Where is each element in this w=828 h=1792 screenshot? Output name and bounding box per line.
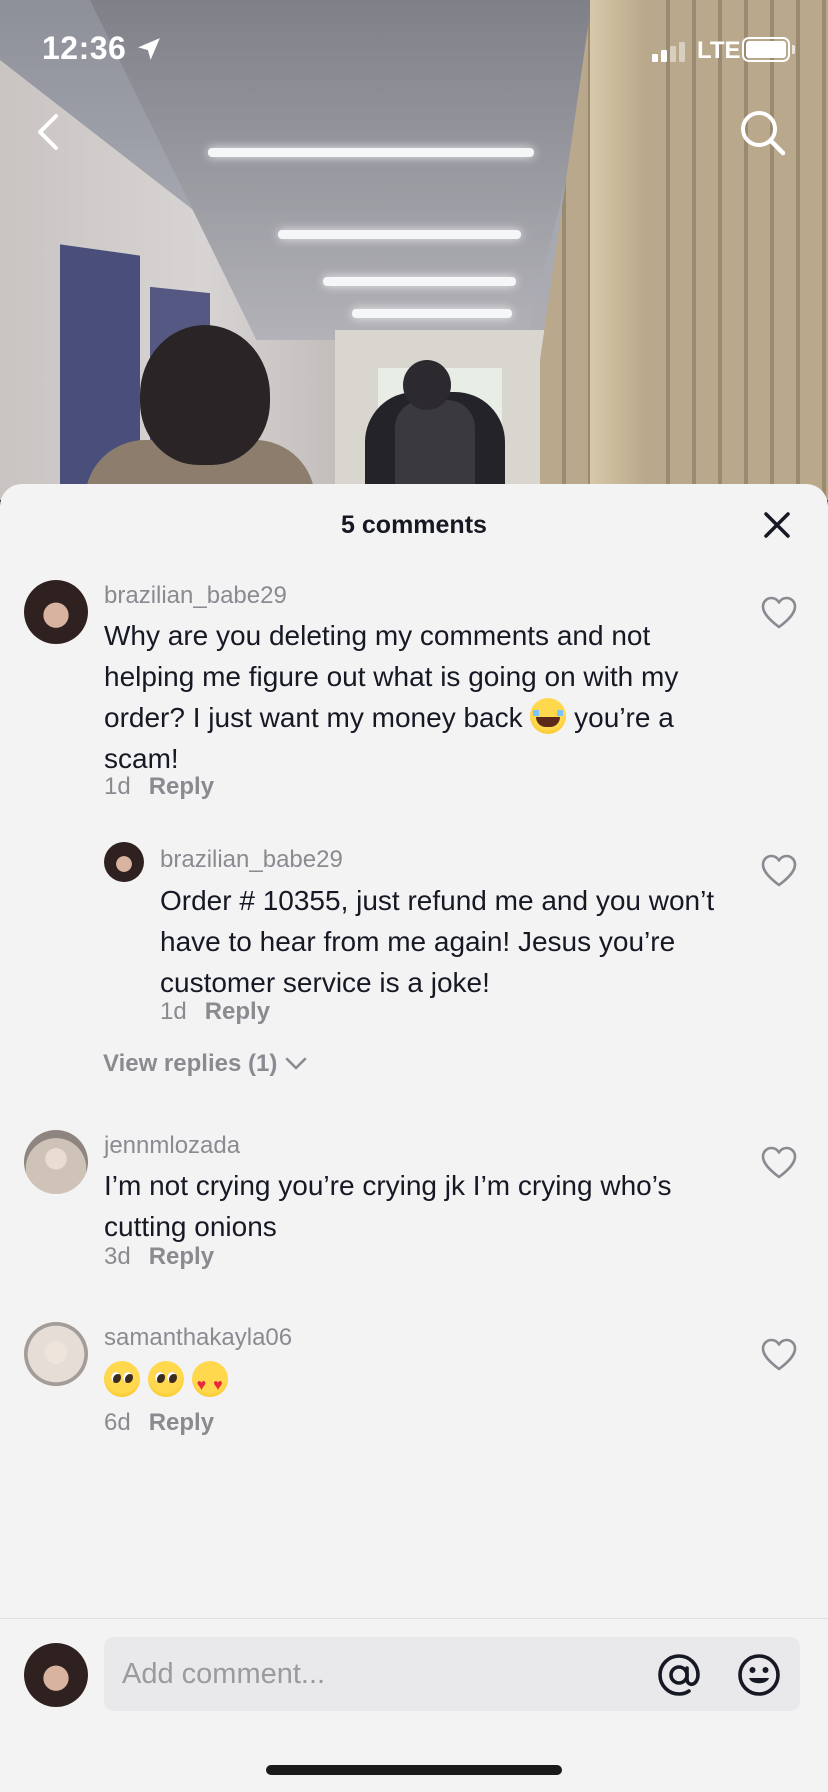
avatar[interactable]	[104, 842, 144, 882]
comment-time: 1d	[104, 773, 131, 800]
comment-text: I’m not crying you’re crying jk I’m cryi…	[104, 1170, 672, 1242]
comment-item: jennmlozada I’m not crying you’re crying…	[0, 1130, 828, 1300]
view-replies-button[interactable]: View replies (1)	[103, 1050, 307, 1078]
location-arrow-icon	[138, 38, 160, 60]
reply-button[interactable]: Reply	[205, 998, 270, 1025]
comment-time: 6d	[104, 1409, 131, 1436]
ceiling-light	[208, 148, 534, 157]
pleading-face-emoji	[147, 1361, 184, 1397]
network-label: LTE	[697, 37, 741, 64]
comment-input[interactable]	[122, 1637, 642, 1711]
close-icon[interactable]	[760, 508, 794, 542]
battery-icon	[742, 37, 790, 62]
ceiling-light	[278, 230, 521, 239]
comment-meta: 1d Reply	[160, 998, 270, 1026]
video-person-head	[403, 360, 451, 410]
comment-item: samanthakayla06 6d Reply	[0, 1322, 828, 1472]
video-pillar	[590, 0, 646, 500]
emoji-icon[interactable]	[736, 1652, 782, 1698]
status-time: 12:36	[42, 30, 127, 66]
heart-icon[interactable]	[761, 854, 797, 888]
loudly-crying-face-emoji	[530, 698, 567, 734]
video-person-head	[140, 325, 270, 465]
signal-icon	[652, 42, 685, 62]
comment-meta: 3d Reply	[104, 1243, 214, 1271]
view-replies-label: View replies (1)	[103, 1050, 278, 1077]
comment-meta: 1d Reply	[104, 773, 214, 801]
comments-sheet: 5 comments brazilian_babe29 Why are you …	[0, 484, 828, 1792]
comment-input-box[interactable]	[104, 1637, 800, 1711]
reply-username[interactable]: brazilian_babe29	[160, 846, 343, 874]
reply-button[interactable]: Reply	[149, 1243, 214, 1270]
comment-username[interactable]: jennmlozada	[104, 1132, 240, 1160]
comment-username[interactable]: samanthakayla06	[104, 1324, 292, 1352]
comment-time: 3d	[104, 1243, 131, 1270]
video-player[interactable]	[0, 0, 828, 500]
comment-meta: 6d Reply	[104, 1409, 214, 1437]
avatar[interactable]	[24, 580, 88, 644]
pleading-face-emoji	[104, 1361, 140, 1397]
search-icon[interactable]	[738, 108, 788, 158]
heart-eyes-emoji	[191, 1361, 228, 1406]
avatar[interactable]	[24, 1130, 88, 1194]
reply-text: Order # 10355, just refund me and you wo…	[160, 885, 715, 998]
chevron-down-icon	[286, 1057, 307, 1070]
current-user-avatar	[24, 1643, 88, 1707]
ceiling-light	[352, 309, 512, 318]
heart-icon[interactable]	[761, 1146, 797, 1180]
avatar[interactable]	[24, 1322, 88, 1386]
comment-username[interactable]: brazilian_babe29	[104, 582, 287, 610]
back-icon[interactable]	[30, 108, 70, 156]
home-indicator	[266, 1765, 562, 1775]
comment-time: 1d	[160, 998, 187, 1025]
heart-icon[interactable]	[761, 1338, 797, 1372]
reply-button[interactable]: Reply	[149, 1409, 214, 1436]
ceiling-light	[323, 277, 516, 286]
video-wall-right	[540, 0, 828, 500]
comment-emojis	[104, 1360, 228, 1406]
heart-icon[interactable]	[761, 596, 797, 630]
at-icon[interactable]	[656, 1652, 702, 1698]
comments-count-title: 5 comments	[341, 511, 487, 539]
comment-text: Why are you deleting my comments and not…	[104, 615, 734, 779]
comment-item: brazilian_babe29 Why are you deleting my…	[0, 580, 828, 1140]
battery-tip	[792, 45, 795, 54]
reply-button[interactable]: Reply	[149, 773, 214, 800]
